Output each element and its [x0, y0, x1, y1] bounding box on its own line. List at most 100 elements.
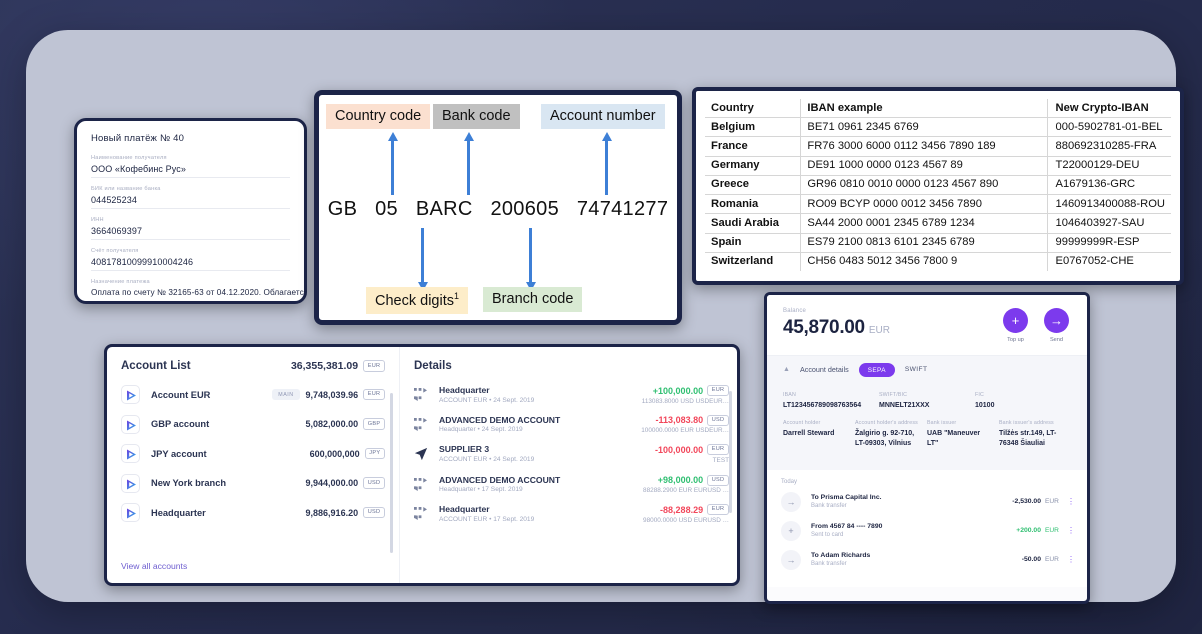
field-label: ИНН: [91, 217, 104, 223]
details-scrollbar[interactable]: [728, 391, 732, 513]
field-value: Оплата по счету № 32165-63 от 04.12.2020…: [91, 288, 307, 297]
transaction-row[interactable]: ADVANCED DEMO ACCOUNT Headquarter • 17 Se…: [414, 474, 729, 496]
chevron-up-icon[interactable]: ▲: [783, 366, 790, 373]
detail-label: SWIFT/BIC: [879, 391, 908, 398]
detail-value: Tilžės str.149, LT-76348 Šiauliai: [999, 429, 1057, 447]
balance-label: Balance: [783, 308, 807, 314]
account-list-item[interactable]: Headquarter 9,886,916.20 USD: [121, 503, 385, 522]
transaction-amount-block: -113,083.80 USD 100000.0000 EUR USDEUR…: [641, 414, 729, 434]
total-amount: 36,355,381.09: [290, 360, 359, 372]
more-options-icon[interactable]: ⋮: [1065, 497, 1075, 506]
transaction-row[interactable]: ADVANCED DEMO ACCOUNT Headquarter • 24 Se…: [414, 414, 729, 436]
more-options-icon[interactable]: ⋮: [1065, 526, 1075, 535]
cell-iban-example: SA44 2000 0001 2345 6789 1234: [800, 213, 1048, 234]
transaction-row[interactable]: Headquarter ACCOUNT EUR • 17 Sept. 2019 -8…: [414, 504, 729, 525]
table-row: Saudi Arabia SA44 2000 0001 2345 6789 123…: [705, 213, 1171, 234]
transaction-info: ADVANCED DEMO ACCOUNT Headquarter • 17 Se…: [439, 475, 643, 494]
account-detail-field: SWIFT/BIC MNNELT21XXX: [879, 392, 975, 411]
bank-transaction-info: To Adam Richards Bank transfer: [811, 552, 1022, 567]
balance-amount: 45,870.00: [783, 317, 865, 338]
table-row: France FR76 3000 6000 0112 3456 7890 189 8…: [705, 136, 1171, 157]
cell-country: Saudi Arabia: [705, 213, 802, 234]
iban-example-string: GB 05 BARC 200605 74741277: [319, 198, 677, 221]
transaction-name: SUPPLIER 3: [439, 444, 490, 454]
balance-header: Balance 45,870.00 EUR + Top up → Send: [767, 295, 1087, 355]
account-amount: 9,944,000.00: [305, 478, 359, 488]
cell-crypto-iban: E0767052-CHE: [1046, 252, 1171, 272]
transaction-rate: 98000.0000 USD EURUSD …: [643, 516, 729, 524]
arrow-right-icon: →: [781, 549, 801, 570]
account-amount: 600,000,000: [309, 448, 360, 459]
account-details-label[interactable]: Account details: [800, 365, 849, 374]
bank-transaction-amount: +200.00: [1016, 527, 1041, 535]
transaction-rate: TEST: [712, 456, 729, 464]
tab-sepa[interactable]: SEPA: [858, 363, 895, 377]
bank-transaction-row[interactable]: → To Adam Richards Bank transfer -50.00 EUR ⋮: [781, 549, 1075, 570]
field-label: Назначение платежа: [91, 279, 150, 285]
view-all-accounts-link[interactable]: View all accounts: [121, 561, 187, 571]
field-value: ООО «Кофебинс Рус»: [91, 164, 186, 174]
cell-crypto-iban: 000-5902781-01-BEL: [1046, 117, 1171, 138]
account-list-item[interactable]: New York branch 9,944,000.00 USD: [121, 473, 385, 493]
field-recipient-name[interactable]: Наименование получателя ООО «Кофебинс Ру…: [91, 155, 290, 178]
bank-transaction-name: From 4567 84 ---- 7890: [811, 523, 883, 531]
cell-crypto-iban: 1046403927-SAU: [1046, 213, 1171, 234]
iban-part-branch: 200605: [490, 198, 559, 220]
account-list-item[interactable]: Account EUR MAIN 9,748,039.96 EUR: [121, 385, 385, 404]
account-amount: 5,082,000.00: [305, 419, 359, 429]
table-row: Romania RO09 BCYP 0000 0012 3456 7890 1460…: [705, 194, 1171, 215]
iban-part-check: 05: [375, 198, 398, 220]
account-name: JPY account: [151, 448, 207, 459]
table-row: Spain ES79 2100 0813 6101 2345 6789 999999…: [705, 233, 1171, 253]
top-up-action[interactable]: + Top up: [1003, 308, 1028, 343]
cell-iban-example: CH56 0483 5012 3456 7800 9: [807, 255, 958, 268]
account-currency-badge: EUR: [363, 388, 385, 401]
total-currency-badge: EUR: [363, 360, 385, 372]
arrow-right-icon[interactable]: →: [1044, 308, 1069, 333]
account-list-title: Account List: [121, 360, 191, 372]
transaction-row[interactable]: Headquarter ACCOUNT EUR • 24 Sept. 2019 +1…: [414, 385, 729, 406]
send-action[interactable]: → Send: [1044, 308, 1069, 343]
cell-country: Spain: [705, 233, 802, 253]
field-bic[interactable]: БИК или название банка 044525234: [91, 186, 290, 209]
field-payment-purpose[interactable]: Назначение платежа Оплата по счету № 321…: [91, 279, 307, 300]
tab-swift[interactable]: SWIFT: [905, 366, 928, 373]
iban-table: Country IBAN example New Crypto-IBAN Bel…: [705, 99, 1171, 272]
account-list-item[interactable]: GBP account 5,082,000.00 GBP: [121, 414, 385, 434]
transactions-day-label: Today: [781, 478, 798, 485]
cell-crypto-iban: A1679136-GRC: [1046, 175, 1171, 196]
transaction-amount-block: +98,000.00 USD 88288.2900 EUR EURUSD …: [643, 474, 729, 494]
check-digits-text: Check digits: [375, 292, 454, 309]
account-list-item[interactable]: JPY account 600,000,000 JPY: [121, 444, 385, 463]
account-main-badge: MAIN: [272, 389, 300, 400]
label-country-code: Country code: [326, 104, 431, 129]
field-recipient-account[interactable]: Счёт получателя 40817810099910004246: [91, 248, 290, 271]
transaction-subtitle: ACCOUNT EUR • 24 Sept. 2019: [439, 455, 535, 463]
account-detail-field: Bank issuer's address Tilžės str.149, LT-…: [999, 420, 1071, 449]
plus-icon[interactable]: +: [1003, 308, 1028, 333]
column-header-crypto-iban: New Crypto-IBAN: [1046, 99, 1171, 119]
transaction-amount: -113,083.80: [655, 415, 704, 426]
field-inn[interactable]: ИНН 3664069397: [91, 217, 290, 240]
transaction-name: Headquarter: [439, 504, 490, 514]
transaction-row[interactable]: SUPPLIER 3 ACCOUNT EUR • 24 Sept. 2019 -10…: [414, 444, 729, 466]
more-options-icon[interactable]: ⋮: [1065, 555, 1075, 564]
exchange-icon: [414, 504, 430, 525]
column-header-iban-example: IBAN example: [800, 99, 1048, 119]
plus-icon: +: [781, 520, 801, 541]
cell-iban-example: GR96 0810 0010 0000 0123 4567 890: [800, 175, 1048, 196]
account-detail-field: FIC 10100: [975, 392, 1071, 411]
account-detail-field: Bank issuer UAB "Maneuver LT": [927, 420, 999, 449]
detail-value: MNNELT21XXX: [879, 401, 930, 409]
iban-anatomy-diagram-card: Country code Bank code Account number GB…: [314, 90, 682, 325]
bank-transaction-row[interactable]: + From 4567 84 ---- 7890 Sent to card +200.…: [781, 520, 1075, 541]
account-list-scrollbar[interactable]: [389, 393, 393, 553]
transaction-amount: +98,000.00: [657, 475, 704, 486]
transaction-amount-row: -113,083.80 USD: [641, 414, 729, 426]
transaction-amount-row: +100,000.00 EUR: [642, 385, 729, 397]
detail-label: Account holder: [783, 419, 821, 426]
bank-transaction-row[interactable]: → To Prisma Capital Inc. Bank transfer -2,5…: [781, 491, 1075, 512]
bank-transaction-amount: -50.00: [1021, 556, 1041, 564]
detail-value: Darrell Steward: [783, 429, 835, 437]
bank-transaction-amount: -2,530.00: [1012, 498, 1041, 506]
